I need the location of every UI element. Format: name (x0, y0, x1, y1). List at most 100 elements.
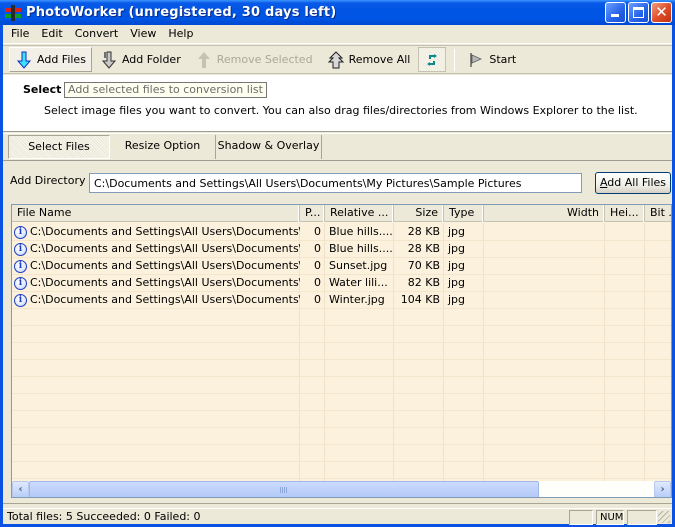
status-text: Total files: 5 Succeeded: 0 Failed: 0 (7, 510, 201, 523)
tab-bar: Select Files Resize Option Shadow & Over… (3, 133, 672, 161)
cell-type: jpg (448, 225, 466, 238)
directory-input[interactable] (89, 173, 582, 193)
add-files-label: Add Files (37, 53, 86, 66)
tab-select-files[interactable]: Select Files (8, 135, 110, 159)
add-all-files-button[interactable]: Add All Files (595, 172, 671, 194)
column-header-bit[interactable]: Bit . (645, 205, 671, 222)
cell-p: 0 (314, 259, 321, 272)
file-list-header: File Name P... Relative ... Size Type Wi… (12, 205, 671, 222)
refresh-toggle-button[interactable] (418, 47, 447, 72)
start-button[interactable]: Start (461, 47, 522, 72)
tab-shadow-overlay[interactable]: Shadow & Overlay (216, 135, 322, 159)
close-button[interactable]: ✕ (651, 2, 672, 23)
status-pane-num: NUM (596, 510, 624, 525)
cell-size: 104 KB (400, 293, 440, 306)
minimize-icon (611, 14, 619, 17)
add-files-button[interactable]: Add Files (9, 47, 92, 72)
column-header-p[interactable]: P... (300, 205, 325, 222)
menu-file[interactable]: File (5, 25, 35, 44)
table-row[interactable]: i C:\Documents and Settings\All Users\Doc… (12, 223, 671, 240)
add-folder-label: Add Folder (121, 53, 181, 66)
scroll-right-button[interactable]: › (654, 481, 671, 497)
step-description: Select image files you want to convert. … (44, 104, 638, 117)
cell-relative: Water lili... (329, 276, 388, 289)
tooltip: Add selected files to conversion list (64, 82, 267, 98)
add-directory-label: Add Directory (10, 174, 86, 187)
cell-relative: Blue hills.... (329, 225, 393, 238)
scrollbar-thumb[interactable] (29, 481, 539, 497)
menu-bar: File Edit Convert View Help (3, 25, 672, 44)
cell-type: jpg (448, 293, 466, 306)
cell-relative: Sunset.jpg (329, 259, 388, 272)
info-icon: i (14, 259, 27, 273)
close-icon: ✕ (655, 3, 668, 21)
cell-file-name: C:\Documents and Settings\All Users\Docu… (30, 225, 300, 238)
column-header-relative[interactable]: Relative ... (325, 205, 394, 222)
status-bar: Total files: 5 Succeeded: 0 Failed: 0 NU… (3, 508, 672, 525)
file-list[interactable]: File Name P... Relative ... Size Type Wi… (11, 204, 672, 498)
window-title: PhotoWorker (unregistered, 30 days left) (26, 5, 337, 20)
add-all-label: dd All Files (607, 176, 667, 189)
maximize-button[interactable] (628, 2, 649, 23)
resize-grip-icon[interactable] (658, 511, 670, 523)
info-icon: i (14, 242, 27, 256)
menu-help[interactable]: Help (162, 25, 199, 44)
tab-resize-option[interactable]: Resize Option (110, 135, 216, 159)
chevron-left-icon: ‹ (18, 484, 23, 495)
info-icon: i (14, 293, 27, 307)
cell-p: 0 (314, 293, 321, 306)
status-pane-caps (569, 510, 593, 525)
cell-p: 0 (314, 276, 321, 289)
file-list-body: i C:\Documents and Settings\All Users\Doc… (12, 223, 671, 481)
column-header-file-name[interactable]: File Name (12, 205, 300, 222)
app-icon (5, 4, 21, 21)
column-header-height[interactable]: Hei... (605, 205, 645, 222)
toolbar-separator (454, 48, 456, 71)
toolbar: Add Files Add Folder Remove Selected Rem… (3, 45, 672, 74)
cell-file-name: C:\Documents and Settings\All Users\Docu… (30, 276, 300, 289)
remove-selected-label: Remove Selected (216, 53, 313, 66)
table-row[interactable]: i C:\Documents and Settings\All Users\Doc… (12, 274, 671, 291)
arrow-up-icon (195, 51, 213, 69)
title-bar[interactable]: PhotoWorker (unregistered, 30 days left)… (0, 0, 675, 25)
arrow-down-icon (15, 51, 33, 69)
start-label: Start (489, 53, 517, 66)
menu-view[interactable]: View (124, 25, 162, 44)
maximize-icon (633, 7, 644, 18)
cell-file-name: C:\Documents and Settings\All Users\Docu… (30, 293, 300, 306)
table-row[interactable]: i C:\Documents and Settings\All Users\Doc… (12, 257, 671, 274)
cell-type: jpg (448, 242, 466, 255)
column-header-size[interactable]: Size (394, 205, 444, 222)
column-header-type[interactable]: Type (444, 205, 484, 222)
info-icon: i (14, 225, 27, 239)
table-row[interactable]: i C:\Documents and Settings\All Users\Doc… (12, 240, 671, 257)
cell-size: 28 KB (407, 242, 440, 255)
menu-edit[interactable]: Edit (35, 25, 68, 44)
refresh-icon (423, 51, 441, 69)
remove-all-button[interactable]: Remove All (321, 47, 417, 72)
table-row[interactable]: i C:\Documents and Settings\All Users\Doc… (12, 291, 671, 308)
scroll-left-button[interactable]: ‹ (12, 481, 29, 497)
status-pane-scroll (627, 510, 657, 525)
cell-size: 28 KB (407, 225, 440, 238)
cell-relative: Winter.jpg (329, 293, 385, 306)
play-flag-icon (467, 51, 485, 69)
grip-icon (280, 487, 288, 493)
info-icon: i (14, 276, 27, 290)
cell-file-name: C:\Documents and Settings\All Users\Docu… (30, 242, 300, 255)
double-arrow-up-icon (327, 50, 345, 69)
minimize-button[interactable] (605, 2, 626, 23)
remove-all-label: Remove All (348, 53, 411, 66)
cell-size: 82 KB (407, 276, 440, 289)
cell-p: 0 (314, 225, 321, 238)
remove-selected-button[interactable]: Remove Selected (189, 47, 319, 72)
cell-size: 70 KB (407, 259, 440, 272)
cell-file-name: C:\Documents and Settings\All Users\Docu… (30, 259, 300, 272)
horizontal-scrollbar[interactable]: ‹ › (12, 481, 671, 497)
column-header-width[interactable]: Width (484, 205, 605, 222)
app-window: PhotoWorker (unregistered, 30 days left)… (0, 0, 675, 527)
menu-convert[interactable]: Convert (69, 25, 125, 44)
folder-down-arrow-icon (100, 51, 118, 69)
add-folder-button[interactable]: Add Folder (94, 47, 187, 72)
cell-type: jpg (448, 259, 466, 272)
